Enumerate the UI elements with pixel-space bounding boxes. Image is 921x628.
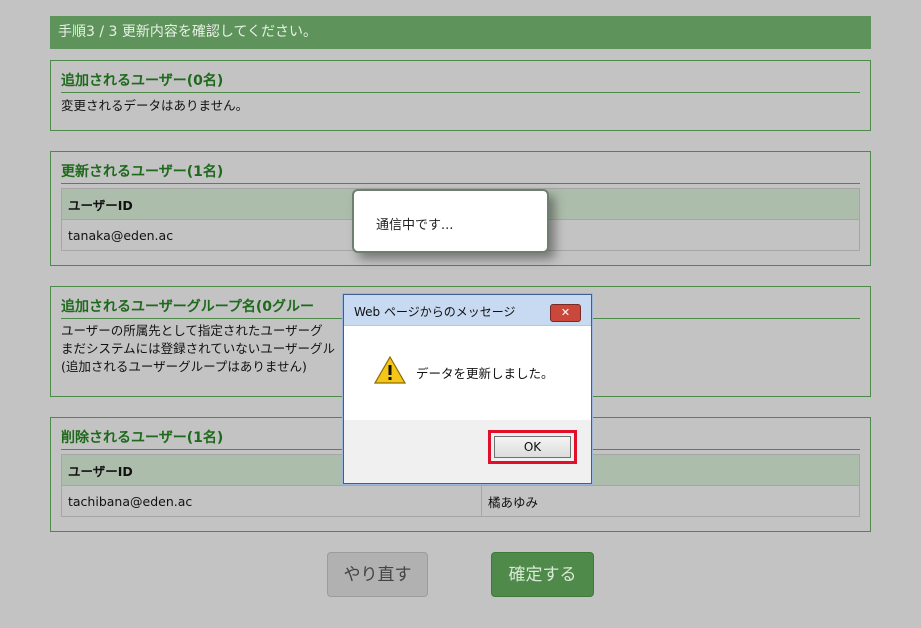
- warning-icon: [374, 356, 406, 384]
- dialog-body: データを更新しました。: [344, 326, 591, 420]
- cell-user-name: 橘あゆみ: [481, 485, 860, 517]
- loading-popup: 通信中です...: [352, 189, 549, 253]
- close-button[interactable]: ✕: [550, 304, 581, 322]
- section-added-users: 追加されるユーザー(0名) 変更されるデータはありません。: [50, 60, 871, 131]
- section-title: 更新されるユーザー(1名): [61, 161, 860, 184]
- confirm-button[interactable]: 確定する: [491, 552, 594, 597]
- dialog-title: Web ページからのメッセージ: [354, 305, 516, 319]
- dialog-message: データを更新しました。: [416, 366, 554, 381]
- step-indicator: 手順3 / 3 更新内容を確認してください。: [50, 16, 871, 49]
- section-title: 追加されるユーザー(0名): [61, 70, 860, 93]
- ok-button[interactable]: OK: [494, 436, 571, 458]
- page: 手順3 / 3 更新内容を確認してください。 追加されるユーザー(0名) 変更さ…: [0, 0, 921, 628]
- ok-highlight-box: OK: [488, 430, 577, 464]
- dialog-titlebar[interactable]: Web ページからのメッセージ ✕: [344, 295, 591, 326]
- loading-text: 通信中です...: [376, 218, 454, 233]
- dialog-footer: OK: [344, 420, 591, 484]
- table-row: tachibana@eden.ac 橘あゆみ: [61, 485, 860, 517]
- cell-user-id: tachibana@eden.ac: [61, 485, 482, 517]
- close-icon: ✕: [560, 306, 571, 319]
- redo-button[interactable]: やり直す: [327, 552, 428, 597]
- no-data-message: 変更されるデータはありません。: [61, 98, 249, 113]
- message-dialog: Web ページからのメッセージ ✕ データを更新しました。 OK: [343, 294, 592, 484]
